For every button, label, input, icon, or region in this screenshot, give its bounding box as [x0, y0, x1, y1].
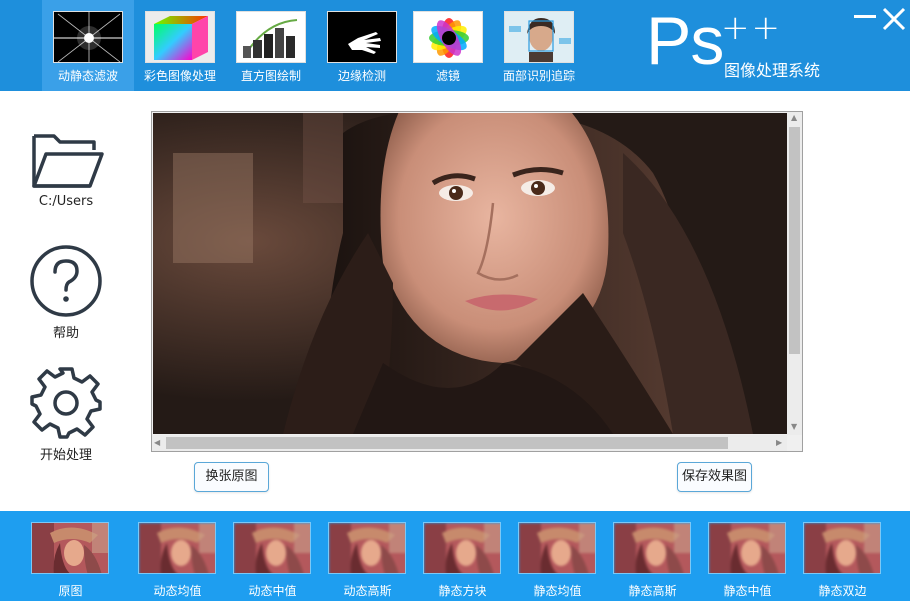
- filter-thumbnail[interactable]: [613, 522, 691, 574]
- scroll-left-icon[interactable]: ◀: [154, 438, 160, 448]
- hand-edge-icon: [327, 11, 397, 63]
- filter-label: 静态双边: [818, 584, 867, 598]
- filter-thumbnail[interactable]: [328, 522, 406, 574]
- tool-color-processing[interactable]: 彩色图像处理: [134, 0, 226, 91]
- tool-label: 彩色图像处理: [143, 69, 216, 83]
- gear-icon: [30, 367, 102, 439]
- app-logo: Ps ++ 图像处理系统: [646, 3, 820, 80]
- filter-label: 静态高斯: [628, 584, 677, 598]
- help-button[interactable]: 帮助: [14, 244, 118, 341]
- logo-main-text: Ps: [646, 3, 724, 79]
- filter-label: 动态均值: [153, 584, 202, 598]
- minimize-icon: [854, 15, 876, 18]
- image-viewer[interactable]: ▲ ▼ ◀ ▶: [151, 111, 803, 452]
- start-process-button[interactable]: 开始处理: [14, 366, 118, 463]
- filter-strip: 原图 动态均值 动态中值 动态高斯 静态方块 静态均值 静态高斯 静态中值 静态双边: [0, 511, 910, 601]
- portrait-photo: [153, 113, 787, 434]
- scroll-down-icon[interactable]: ▼: [791, 422, 797, 432]
- save-result-button[interactable]: 保存效果图: [677, 462, 752, 492]
- filter-label: 静态均值: [533, 584, 582, 598]
- question-circle-icon: [30, 245, 102, 317]
- tool-filter-effects[interactable]: 滤镜: [402, 0, 494, 91]
- histogram-bars-icon: [236, 11, 306, 63]
- open-folder-button[interactable]: C:/Users: [14, 128, 118, 209]
- folder-icon: [32, 134, 104, 188]
- filter-thumbnail[interactable]: [138, 522, 216, 574]
- tool-label: 边缘检测: [337, 69, 386, 83]
- filter-label: 静态方块: [438, 584, 487, 598]
- color-wheel-icon: [413, 11, 483, 63]
- scroll-right-icon[interactable]: ▶: [776, 438, 782, 448]
- filter-label: 动态中值: [248, 584, 297, 598]
- scroll-up-icon[interactable]: ▲: [791, 113, 797, 123]
- close-icon: [882, 7, 906, 31]
- color-cube-icon: [145, 11, 215, 63]
- filter-thumbnail[interactable]: [423, 522, 501, 574]
- scroll-corner: [787, 435, 802, 451]
- replace-image-button[interactable]: 换张原图: [194, 462, 269, 492]
- app-subtitle: 图像处理系统: [724, 61, 821, 80]
- tool-histogram[interactable]: 直方图绘制: [225, 0, 317, 91]
- filter-label: 原图: [58, 584, 83, 598]
- tool-label: 滤镜: [435, 69, 460, 83]
- horizontal-scrollbar[interactable]: ◀ ▶: [152, 435, 788, 451]
- filter-thumbnail[interactable]: [518, 522, 596, 574]
- tool-label: 动静态滤波: [57, 69, 118, 83]
- tool-label: 面部识别追踪: [502, 69, 575, 83]
- tool-dynamic-static-filter[interactable]: 动静态滤波: [42, 0, 134, 91]
- tool-label: 直方图绘制: [240, 69, 301, 83]
- filter-thumbnail[interactable]: [708, 522, 786, 574]
- horizontal-scroll-thumb[interactable]: [166, 437, 728, 449]
- help-label: 帮助: [52, 326, 79, 341]
- face-tracking-icon: [504, 11, 574, 63]
- tool-face-tracking[interactable]: 面部识别追踪: [493, 0, 585, 91]
- tool-edge-detection[interactable]: 边缘检测: [316, 0, 408, 91]
- vertical-scroll-thumb[interactable]: [789, 127, 800, 354]
- close-button[interactable]: [881, 6, 907, 32]
- filter-thumbnail[interactable]: [233, 522, 311, 574]
- starburst-filter-icon: [53, 11, 123, 63]
- filter-thumbnail[interactable]: [31, 522, 109, 574]
- filter-label: 动态高斯: [343, 584, 392, 598]
- start-process-label: 开始处理: [39, 448, 92, 463]
- filter-label: 静态中值: [723, 584, 772, 598]
- top-toolbar: 动静态滤波 彩色图像处理 直方图绘制 边缘检测 滤镜 面部识别追踪 Ps ++ …: [0, 0, 910, 91]
- filter-thumbnail[interactable]: [803, 522, 881, 574]
- minimize-button[interactable]: [852, 6, 878, 32]
- logo-plus-text: ++: [721, 8, 782, 48]
- vertical-scrollbar[interactable]: ▲ ▼: [787, 112, 802, 435]
- open-folder-label: C:/Users: [38, 194, 94, 209]
